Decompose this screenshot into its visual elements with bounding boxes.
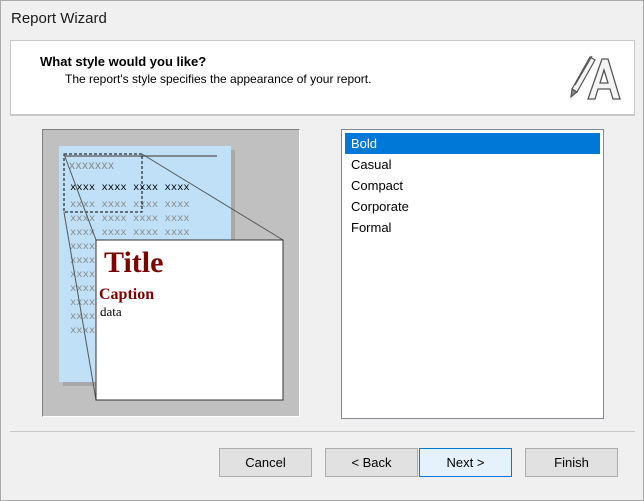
report-wizard-window: Report Wizard What style would you like?…: [0, 0, 644, 501]
sample-caption: Caption: [99, 286, 154, 303]
placeholder-row-bold: xxxx xxxx xxxx xxxx: [70, 182, 190, 194]
back-button[interactable]: < Back: [325, 448, 418, 477]
style-option-bold[interactable]: Bold: [345, 133, 600, 154]
style-listbox[interactable]: Bold Casual Compact Corporate Formal: [341, 129, 604, 419]
footer-divider: [10, 431, 635, 432]
sample-title: Title: [104, 246, 163, 279]
report-wizard-pencil-icon: [570, 55, 621, 100]
next-button[interactable]: Next >: [419, 448, 512, 477]
sample-data: data: [100, 304, 122, 319]
style-option-formal[interactable]: Formal: [345, 217, 600, 238]
step-heading: What style would you like?: [40, 54, 207, 69]
title-bar: Report Wizard: [1, 1, 643, 39]
style-option-corporate[interactable]: Corporate: [345, 196, 600, 217]
style-preview: xxxxxxx xxxx xxxx xxxx xxxx xxxx xxxx xx…: [42, 129, 300, 417]
cancel-button[interactable]: Cancel: [219, 448, 312, 477]
header-divider: [10, 115, 635, 116]
placeholder-row: xxxx xxxx xxxx xxxx: [70, 199, 190, 211]
placeholder-header: xxxxxxx: [69, 158, 115, 172]
style-preview-drawing: xxxxxxx xxxx xxxx xxxx xxxx xxxx xxxx xx…: [59, 146, 284, 401]
wizard-header: What style would you like? The report's …: [10, 40, 635, 115]
finish-button[interactable]: Finish: [525, 448, 618, 477]
style-option-casual[interactable]: Casual: [345, 154, 600, 175]
placeholder-row: xxxx xxxx xxxx xxxx: [70, 227, 190, 239]
window-title: Report Wizard: [11, 10, 107, 27]
step-description: The report's style specifies the appeara…: [65, 72, 372, 86]
style-option-compact[interactable]: Compact: [345, 175, 600, 196]
